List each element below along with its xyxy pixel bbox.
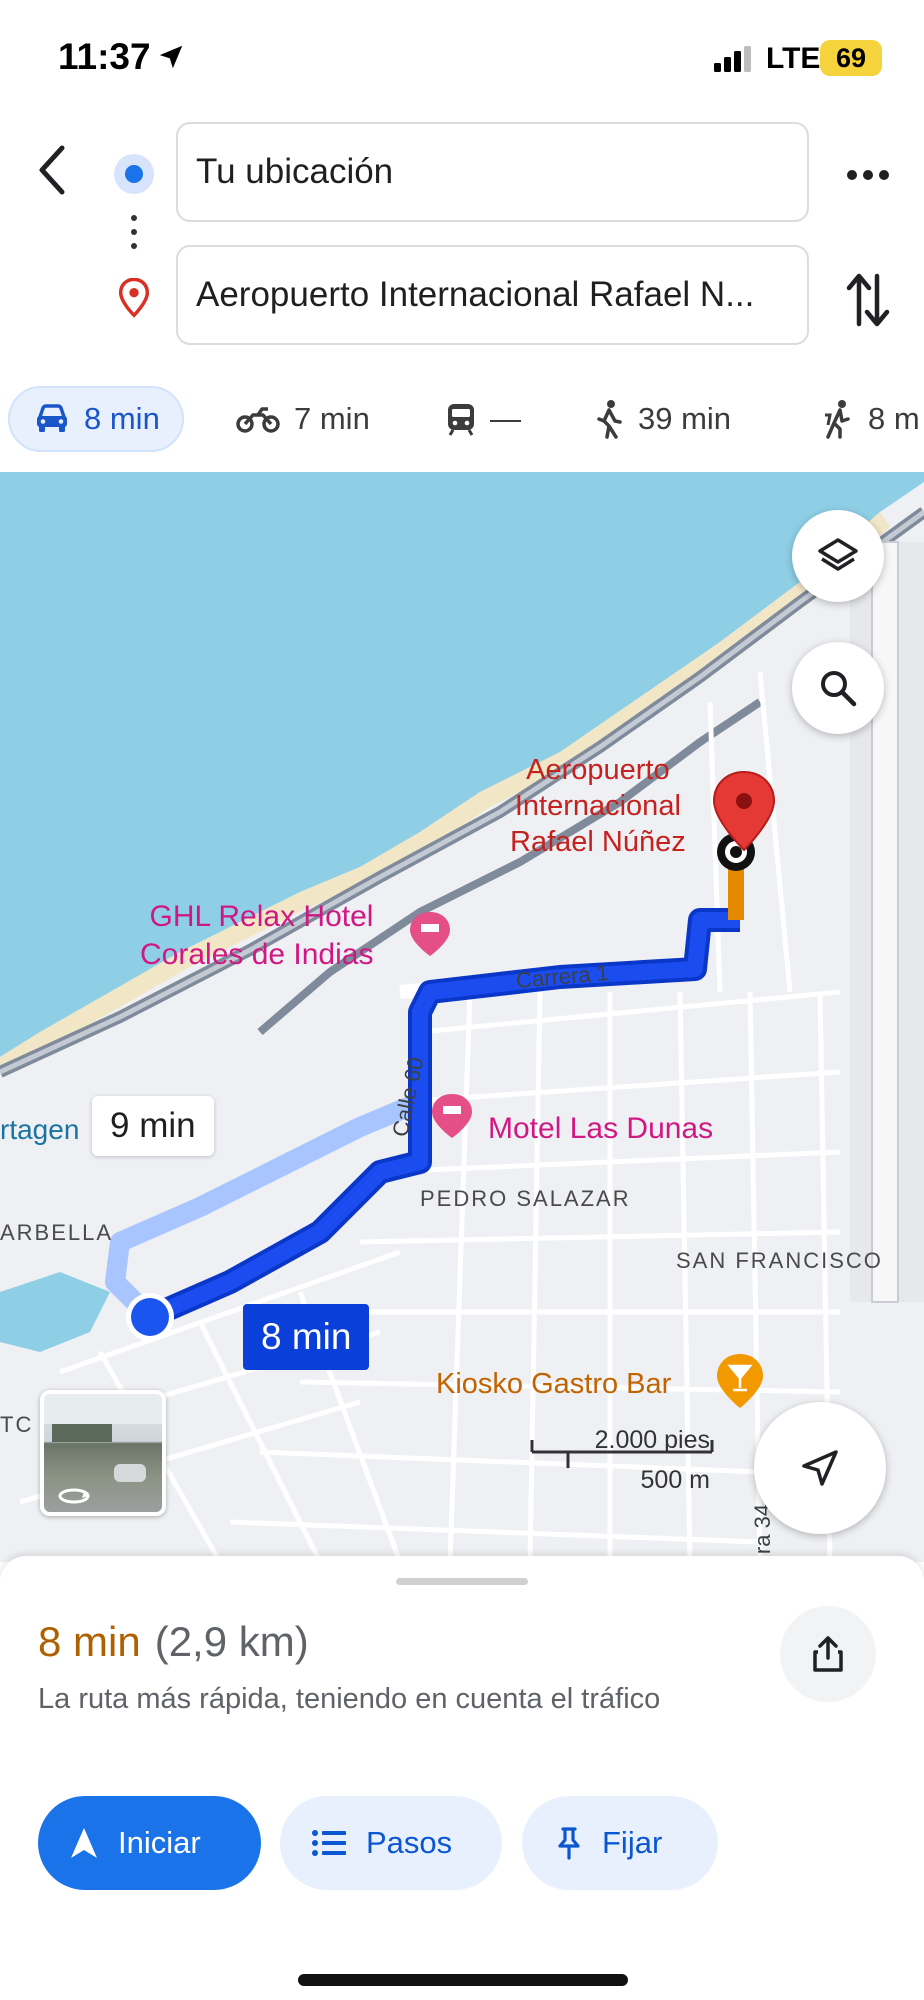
route-connector-icon bbox=[131, 215, 137, 257]
start-button[interactable]: Iniciar bbox=[38, 1796, 261, 1890]
status-time: 11:37 bbox=[58, 36, 151, 77]
hotel-label[interactable]: GHL Relax Hotel Corales de Indias bbox=[140, 898, 373, 974]
area-marbella: ARBELLA bbox=[0, 1220, 114, 1245]
motel-label[interactable]: Motel Las Dunas bbox=[488, 1110, 713, 1148]
origin-dot-icon bbox=[114, 154, 154, 194]
rotate-360-icon bbox=[44, 1394, 162, 1504]
recenter-button[interactable] bbox=[754, 1402, 886, 1534]
swap-directions-icon[interactable] bbox=[846, 270, 890, 330]
route-summary-sheet: 8 min (2,9 km) La ruta más rápida, tenien… bbox=[0, 1556, 924, 2000]
mode-transit-time: — bbox=[490, 401, 521, 436]
transit-icon bbox=[448, 404, 474, 436]
signal-icon bbox=[714, 46, 751, 72]
destination-input[interactable]: Aeropuerto Internacional Rafael N... bbox=[176, 245, 809, 345]
mode-walking-tab[interactable]: 39 min bbox=[594, 386, 731, 452]
navigation-arrow-icon bbox=[802, 1450, 838, 1486]
pushpin-icon bbox=[558, 1827, 580, 1860]
mode-driving-tab[interactable]: 8 min bbox=[8, 386, 184, 452]
more-options-icon[interactable] bbox=[844, 160, 892, 190]
area-tc: TC bbox=[0, 1412, 34, 1437]
search-icon bbox=[821, 671, 857, 707]
scale-metric: 500 m bbox=[640, 1466, 710, 1494]
map-search-button[interactable] bbox=[792, 642, 884, 734]
steps-label: Pasos bbox=[366, 1825, 453, 1860]
battery-indicator: 69 bbox=[820, 40, 882, 76]
navigation-icon bbox=[71, 1828, 97, 1858]
mode-driving-time: 8 min bbox=[84, 401, 160, 436]
mode-ride-tab[interactable]: 8 m bbox=[822, 386, 920, 452]
route-description: La ruta más rápida, teniendo en cuenta e… bbox=[38, 1683, 661, 1715]
area-san-francisco: SAN FRANCISCO bbox=[676, 1248, 883, 1273]
steps-button[interactable]: Pasos bbox=[280, 1796, 502, 1890]
start-label: Iniciar bbox=[118, 1825, 201, 1860]
pin-label: Fijar bbox=[602, 1825, 663, 1860]
area-pedro-salazar: PEDRO SALAZAR bbox=[420, 1186, 631, 1211]
directions-header: Tu ubicación Aeropuerto Internacional Ra… bbox=[0, 110, 924, 365]
sheet-drag-handle[interactable] bbox=[396, 1578, 528, 1585]
mode-transit-tab[interactable]: — bbox=[446, 386, 521, 452]
pin-button[interactable]: Fijar bbox=[522, 1796, 718, 1890]
back-arrow-icon bbox=[39, 145, 65, 195]
layers-icon bbox=[818, 538, 858, 571]
location-arrow-icon bbox=[159, 45, 183, 69]
map-view[interactable]: Aeropuerto Internacional Rafael Núñez GH… bbox=[0, 472, 924, 1562]
motorcycle-icon bbox=[236, 407, 280, 433]
status-bar: 11:37 LTE 69 bbox=[0, 0, 924, 110]
bar-label[interactable]: Kiosko Gastro Bar bbox=[436, 1368, 671, 1401]
network-type: LTE bbox=[766, 42, 821, 75]
share-icon bbox=[813, 1636, 843, 1672]
map-scale: 2.000 pies 500 m bbox=[530, 1426, 710, 1494]
ride-icon bbox=[825, 400, 850, 439]
mode-ride-time: 8 m bbox=[868, 401, 920, 436]
back-button[interactable] bbox=[30, 140, 80, 200]
walk-icon bbox=[597, 400, 622, 439]
car-icon bbox=[37, 404, 67, 432]
mode-motorcycle-tab[interactable]: 7 min bbox=[236, 386, 370, 452]
origin-input[interactable]: Tu ubicación bbox=[176, 122, 809, 222]
route-duration: 8 min bbox=[38, 1618, 141, 1665]
share-button[interactable] bbox=[780, 1606, 876, 1702]
runway bbox=[871, 541, 899, 1303]
home-indicator bbox=[298, 1974, 628, 1986]
alt-route-time-badge[interactable]: 9 min bbox=[92, 1096, 214, 1156]
route-distance: (2,9 km) bbox=[154, 1618, 309, 1665]
mode-motorcycle-time: 7 min bbox=[294, 401, 370, 436]
mode-walking-time: 39 min bbox=[638, 401, 732, 436]
layers-button[interactable] bbox=[792, 510, 884, 602]
city-label: rtagen bbox=[0, 1114, 80, 1145]
list-icon bbox=[312, 1830, 346, 1856]
destination-pin-icon bbox=[118, 278, 150, 318]
route-summary: 8 min (2,9 km) bbox=[38, 1618, 309, 1666]
travel-mode-tabs: 8 min 7 min — 39 min 8 m bbox=[0, 380, 924, 470]
airport-label[interactable]: Aeropuerto Internacional Rafael Núñez bbox=[510, 752, 686, 860]
main-route-time-badge[interactable]: 8 min bbox=[243, 1304, 370, 1370]
scale-imperial: 2.000 pies bbox=[594, 1426, 710, 1454]
street-view-thumbnail[interactable] bbox=[40, 1390, 166, 1516]
